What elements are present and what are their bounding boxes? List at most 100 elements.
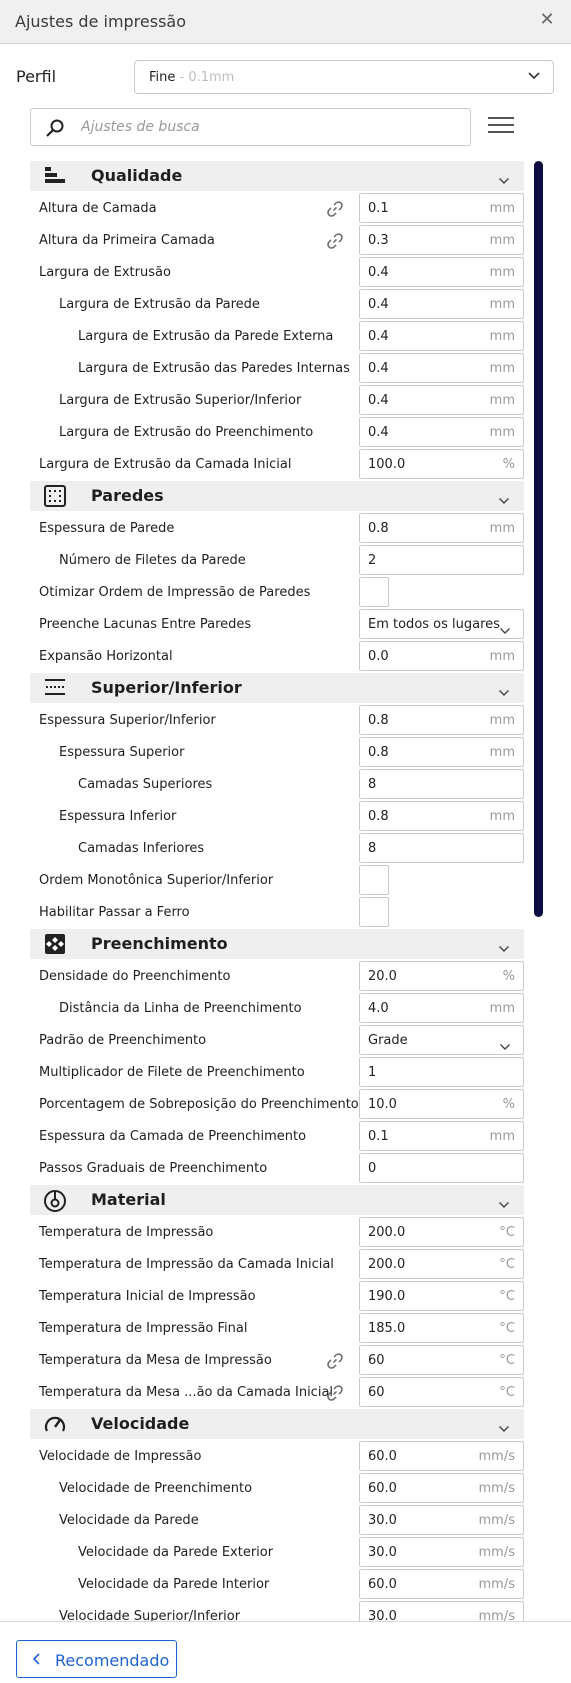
chevron-down-icon xyxy=(499,620,511,639)
setting-value: 20.0 xyxy=(368,969,397,984)
chevron-down-icon xyxy=(498,682,510,701)
setting-input[interactable]: 30.0 mm/s xyxy=(359,1537,524,1567)
setting-input[interactable]: 200.0 °C xyxy=(359,1249,524,1279)
setting-input[interactable]: 0.3 mm xyxy=(359,225,524,255)
link-icon[interactable] xyxy=(326,1352,344,1370)
settings-scrollbar[interactable] xyxy=(534,161,543,917)
setting-input[interactable]: 0.8 mm xyxy=(359,513,524,543)
setting-row: Expansão Horizontal 0.0 mm xyxy=(30,641,524,673)
setting-value: 0.0 xyxy=(368,649,389,664)
setting-unit: mm xyxy=(489,297,515,312)
setting-input[interactable]: 0.8 mm xyxy=(359,705,524,735)
setting-input[interactable]: 0.1 mm xyxy=(359,193,524,223)
setting-row: Ordem Monotônica Superior/Inferior xyxy=(30,865,524,897)
setting-input[interactable]: 60.0 mm/s xyxy=(359,1569,524,1599)
setting-input[interactable]: 200.0 °C xyxy=(359,1217,524,1247)
setting-value: 0.1 xyxy=(368,1129,389,1144)
setting-input[interactable]: 0.4 mm xyxy=(359,289,524,319)
setting-unit: % xyxy=(502,969,515,984)
chevron-left-icon xyxy=(32,1653,40,1665)
setting-input[interactable]: 0.4 mm xyxy=(359,353,524,383)
setting-input[interactable]: 0.8 mm xyxy=(359,737,524,767)
link-icon[interactable] xyxy=(326,232,344,250)
setting-value: 60 xyxy=(368,1385,385,1400)
top-bottom-icon xyxy=(43,677,67,699)
setting-checkbox[interactable] xyxy=(359,897,389,927)
category-superior-inferior[interactable]: Superior/Inferior xyxy=(30,673,524,703)
setting-input[interactable]: 185.0 °C xyxy=(359,1313,524,1343)
profile-label: Perfil xyxy=(16,67,57,86)
chevron-down-icon xyxy=(498,1418,510,1437)
setting-input[interactable]: 60.0 mm/s xyxy=(359,1441,524,1471)
search-input[interactable] xyxy=(81,117,451,137)
setting-checkbox[interactable] xyxy=(359,577,389,607)
setting-label: Velocidade da Parede Exterior xyxy=(78,1545,274,1560)
setting-input[interactable]: 30.0 mm/s xyxy=(359,1601,524,1621)
setting-input[interactable]: 2 xyxy=(359,545,524,575)
setting-input[interactable]: 0.1 mm xyxy=(359,1121,524,1151)
setting-label: Espessura da Camada de Preenchimento xyxy=(39,1129,307,1144)
setting-input[interactable]: 10.0% xyxy=(359,1089,524,1119)
search-box[interactable] xyxy=(30,108,471,146)
setting-value: 60.0 xyxy=(368,1449,397,1464)
setting-input[interactable]: 4.0 mm xyxy=(359,993,524,1023)
setting-value: 30.0 xyxy=(368,1609,397,1621)
category-velocidade[interactable]: Velocidade xyxy=(30,1409,524,1439)
setting-unit: % xyxy=(502,457,515,472)
setting-input[interactable]: 0.4 mm xyxy=(359,385,524,415)
setting-unit: mm xyxy=(489,745,515,760)
close-icon[interactable]: ✕ xyxy=(537,10,557,30)
setting-input[interactable]: 8 xyxy=(359,769,524,799)
settings-list: Qualidade Altura de Camada 0.1 mm Altura da … xyxy=(30,161,524,1621)
setting-input[interactable]: 60.0 mm/s xyxy=(359,1473,524,1503)
setting-input[interactable]: 1 xyxy=(359,1057,524,1087)
setting-unit: mm xyxy=(489,361,515,376)
setting-value: 1 xyxy=(368,1065,377,1080)
search-icon xyxy=(46,119,64,137)
setting-row: Velocidade da Parede 30.0 mm/s xyxy=(30,1505,524,1537)
setting-row: Otimizar Ordem de Impressão de Paredes xyxy=(30,577,524,609)
category-preenchimento[interactable]: Preenchimento xyxy=(30,929,524,959)
setting-input[interactable]: 100.0% xyxy=(359,449,524,479)
category-paredes[interactable]: Paredes xyxy=(30,481,524,511)
setting-row: Largura de Extrusão da Camada Inicial 100… xyxy=(30,449,524,481)
setting-input[interactable]: 0.0 mm xyxy=(359,641,524,671)
setting-select[interactable]: Grade xyxy=(359,1025,524,1055)
setting-value: 2 xyxy=(368,553,377,568)
chevron-down-icon xyxy=(498,490,510,509)
setting-row: Distância da Linha de Preenchimento 4.0 mm xyxy=(30,993,524,1025)
category-material[interactable]: Material xyxy=(30,1185,524,1215)
recommended-button[interactable]: Recomendado xyxy=(16,1640,177,1678)
settings-menu-icon[interactable] xyxy=(488,113,514,139)
chevron-down-icon xyxy=(498,938,510,957)
setting-value: 190.0 xyxy=(368,1289,406,1304)
setting-input[interactable]: 60 °C xyxy=(359,1345,524,1375)
setting-input[interactable]: 0.4 mm xyxy=(359,321,524,351)
setting-input[interactable]: 60 °C xyxy=(359,1377,524,1407)
setting-value: Em todos os lugares xyxy=(368,617,500,632)
setting-row: Densidade do Preenchimento 20.0% xyxy=(30,961,524,993)
setting-value: 0 xyxy=(368,1161,377,1176)
setting-input[interactable]: 0 xyxy=(359,1153,524,1183)
setting-label: Padrão de Preenchimento xyxy=(39,1033,207,1048)
setting-input[interactable]: 8 xyxy=(359,833,524,863)
profile-select[interactable]: Fine - 0.1mm xyxy=(134,60,554,94)
setting-unit: °C xyxy=(499,1225,515,1240)
setting-input[interactable]: 190.0 °C xyxy=(359,1281,524,1311)
setting-label: Multiplicador de Filete de Preenchimento xyxy=(39,1065,305,1080)
setting-row: Porcentagem de Sobreposição do Preenchim… xyxy=(30,1089,524,1121)
setting-label: Distância da Linha de Preenchimento xyxy=(59,1001,302,1016)
link-icon[interactable] xyxy=(326,200,344,218)
setting-select[interactable]: Em todos os lugares xyxy=(359,609,524,639)
setting-label: Largura de Extrusão da Camada Inicial xyxy=(39,457,292,472)
category-qualidade[interactable]: Qualidade xyxy=(30,161,524,191)
link-icon[interactable] xyxy=(326,1384,344,1402)
setting-input[interactable]: 0.8 mm xyxy=(359,801,524,831)
setting-input[interactable]: 0.4 mm xyxy=(359,257,524,287)
setting-input[interactable]: 0.4 mm xyxy=(359,417,524,447)
setting-input[interactable]: 20.0% xyxy=(359,961,524,991)
setting-checkbox[interactable] xyxy=(359,865,389,895)
setting-input[interactable]: 30.0 mm/s xyxy=(359,1505,524,1535)
setting-row: Espessura de Parede 0.8 mm xyxy=(30,513,524,545)
setting-row: Largura de Extrusão Superior/Inferior 0.4… xyxy=(30,385,524,417)
